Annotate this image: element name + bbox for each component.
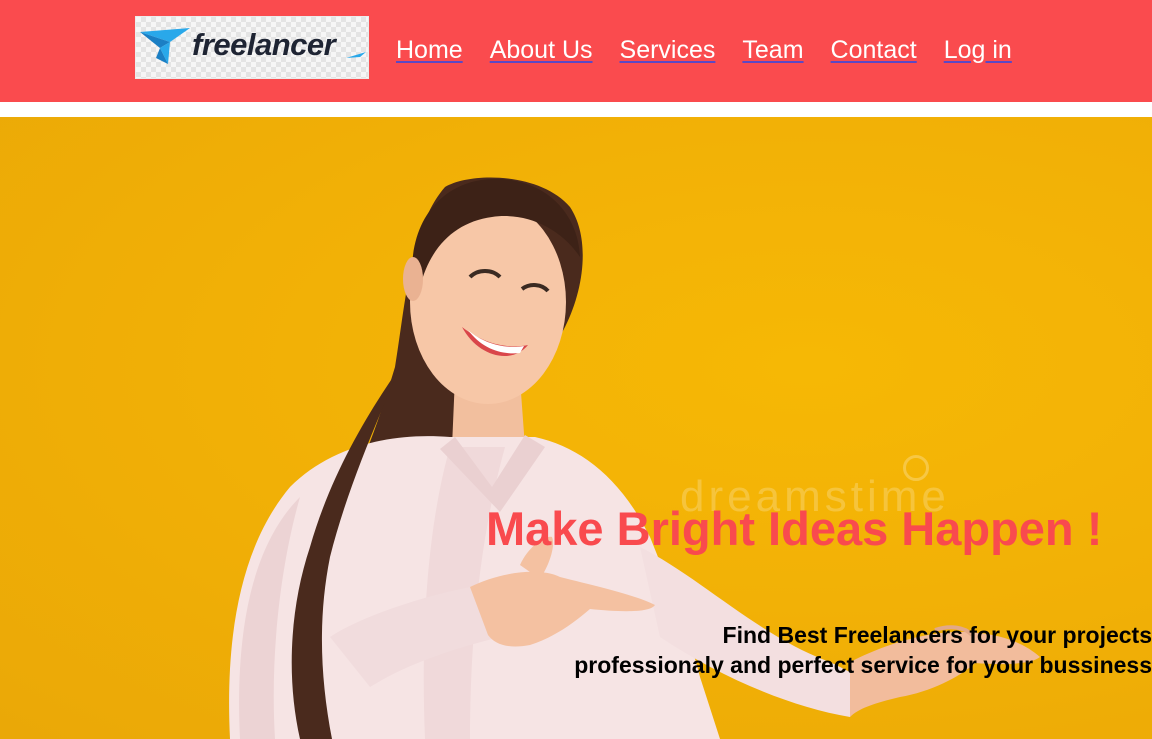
- nav-team-link[interactable]: Team: [742, 37, 803, 63]
- site-header: freelancer Home About Us Services Team C…: [0, 0, 1152, 102]
- hero-headline: Make Bright Ideas Happen !: [486, 502, 1103, 555]
- nav-contact-link[interactable]: Contact: [831, 37, 917, 63]
- hero-section: dreamstime Make Bright Ideas Happen ! Fi…: [0, 117, 1152, 739]
- logo-wordmark: freelancer: [192, 27, 336, 62]
- nav-login-link[interactable]: Log in: [944, 37, 1012, 63]
- hero-subtitle-line-2: professionaly and perfect service for yo…: [574, 652, 1152, 678]
- nav-about-link[interactable]: About Us: [490, 37, 593, 63]
- main-nav: Home About Us Services Team Contact Log …: [396, 33, 1039, 67]
- hero-subtitle: Find Best Freelancers for your projects …: [492, 620, 1152, 680]
- nav-home-link[interactable]: Home: [396, 37, 463, 63]
- freelancer-logo[interactable]: freelancer: [135, 16, 369, 79]
- freelancer-bird-icon: [140, 28, 190, 64]
- nav-services-link[interactable]: Services: [620, 37, 716, 63]
- logo-swoosh-icon: [346, 52, 366, 58]
- hero-subtitle-line-1: Find Best Freelancers for your projects: [722, 622, 1152, 648]
